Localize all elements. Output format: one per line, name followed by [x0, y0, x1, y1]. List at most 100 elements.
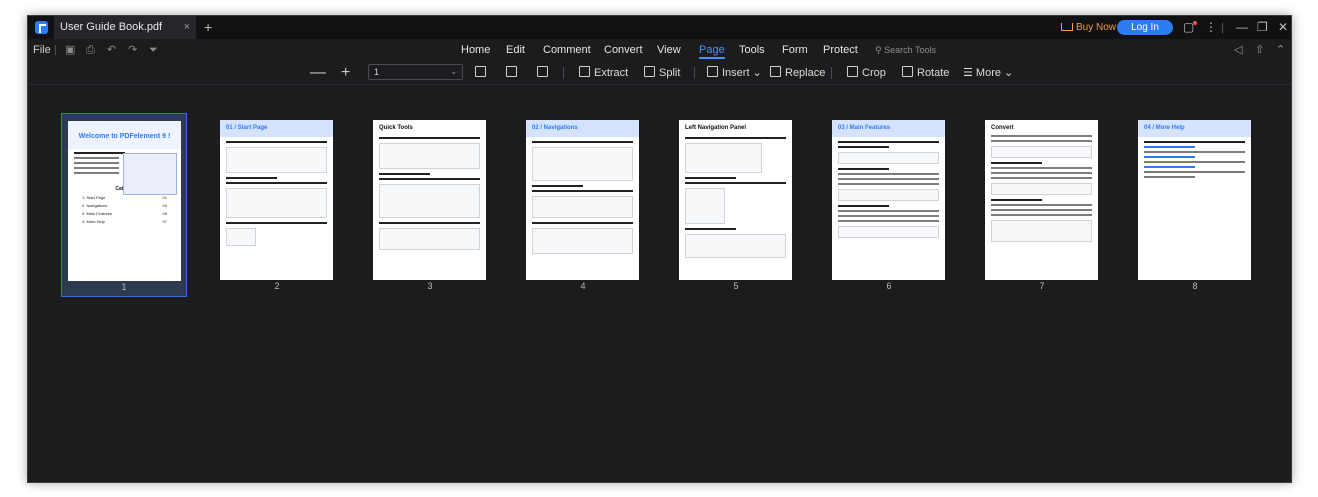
catalog-item-label: 1. Start Page [82, 195, 106, 200]
toolbar-divider [694, 67, 695, 79]
text-line [991, 172, 1092, 174]
menu-convert[interactable]: Convert [604, 39, 643, 61]
menu-form[interactable]: Form [782, 39, 808, 61]
catalog-item: 2. Navigations 03 [82, 203, 167, 208]
page-thumbnail[interactable]: Convert 7 [979, 113, 1105, 297]
close-tab-icon[interactable]: × [184, 16, 190, 39]
text-line [226, 222, 327, 224]
search-tools-label: Search Tools [884, 45, 936, 55]
text-line [838, 173, 939, 175]
rotate-button[interactable]: Rotate [902, 61, 949, 85]
menu-page[interactable]: Page [699, 39, 725, 61]
catalog-item: 1. Start Page 01 [82, 195, 167, 200]
page-after-icon [506, 66, 517, 77]
screenshot-block [226, 228, 256, 246]
text-line [74, 172, 120, 174]
more-options-icon[interactable]: ⋮ [1205, 16, 1217, 39]
text-line [991, 140, 1092, 142]
screenshot-block [991, 183, 1092, 195]
page-title: Welcome to PDFelement 9 ! [68, 121, 181, 149]
text-line [685, 182, 786, 184]
text-line [991, 199, 1042, 201]
text-line [74, 157, 120, 159]
page-thumbnail[interactable]: 01 / Start Page 2 [214, 113, 340, 297]
menu-tools[interactable]: Tools [739, 39, 765, 61]
page-thumbnail[interactable]: 03 / Main Features 6 [826, 113, 952, 297]
split-button[interactable]: Split [644, 61, 680, 85]
screenshot-block [838, 226, 939, 238]
insert-page-after-button[interactable] [506, 61, 521, 85]
text-line [74, 162, 120, 164]
text-line [532, 222, 633, 224]
more-button[interactable]: ☰ More ⌄ [963, 61, 1013, 85]
catalog-item-label: 4. More Help [82, 219, 105, 224]
text-line [685, 228, 736, 230]
diagram-block [991, 220, 1092, 242]
text-line [991, 177, 1092, 179]
page-title: 02 / Navigations [532, 125, 578, 131]
replace-button[interactable]: Replace [770, 61, 825, 85]
page-title: Convert [991, 125, 1014, 131]
pdfelement-logo-icon [35, 21, 48, 34]
menu-edit[interactable]: Edit [506, 39, 525, 61]
text-line [226, 177, 277, 179]
text-line [379, 173, 430, 175]
extract-label: Extract [594, 67, 629, 79]
delete-page-button[interactable] [537, 61, 552, 85]
page-number: 6 [886, 281, 892, 291]
screenshot-block [532, 147, 633, 181]
text-line [991, 204, 1092, 206]
crop-button[interactable]: Crop [847, 61, 886, 85]
send-icon[interactable]: ◁ [1234, 39, 1242, 61]
page-thumbnail[interactable]: Quick Tools 3 [367, 113, 493, 297]
page-header: Quick Tools [373, 120, 486, 134]
insert-button[interactable]: Insert ⌄ [707, 61, 762, 85]
zoom-in-button[interactable]: + [341, 61, 350, 84]
notification-icon[interactable]: ▢ [1183, 16, 1194, 39]
page-thumbnail[interactable]: Welcome to PDFelement 9 ! Catalog 1. Sta… [61, 113, 187, 297]
text-line [838, 141, 939, 143]
log-in-button[interactable]: Log In [1117, 20, 1173, 35]
upload-cloud-icon[interactable]: ⇧ [1255, 39, 1264, 61]
split-label: Split [659, 67, 681, 79]
page-number-input[interactable]: 1 ⌄ [368, 64, 463, 80]
link-line [1144, 156, 1195, 158]
menu-comment[interactable]: Comment [543, 39, 591, 61]
zoom-out-button[interactable]: — [310, 61, 326, 84]
menu-protect[interactable]: Protect [823, 39, 858, 61]
text-line [838, 178, 939, 180]
menu-bar: File | ▣ ⎙ ↶ ↷ ⏷ Home Edit Comment Conve… [28, 39, 1291, 61]
search-icon: ⚲ [875, 45, 885, 55]
extract-button[interactable]: Extract [579, 61, 628, 85]
crop-label: Crop [862, 67, 886, 79]
text-line [379, 178, 480, 180]
restore-button[interactable]: ❐ [1257, 16, 1268, 39]
page-thumbnail[interactable]: Left Navigation Panel 5 [673, 113, 799, 297]
page-thumbnail[interactable]: 02 / Navigations 4 [520, 113, 646, 297]
page-number: 8 [1192, 281, 1198, 291]
minimize-button[interactable]: — [1236, 16, 1248, 39]
cart-icon [1061, 23, 1073, 31]
insert-blank-page-button[interactable] [475, 61, 490, 85]
page-thumbnail[interactable]: 04 / More Help 8 [1132, 113, 1258, 297]
rotate-label: Rotate [917, 67, 950, 79]
page-title: Left Navigation Panel [685, 125, 747, 131]
document-tab[interactable]: User Guide Book.pdf × [54, 16, 196, 39]
page-number: 4 [580, 281, 586, 291]
menu-home[interactable]: Home [461, 39, 490, 61]
page-title: 01 / Start Page [226, 125, 268, 131]
search-tools[interactable]: ⚲ Search Tools [875, 39, 936, 61]
catalog-item-page: 05 [162, 211, 167, 216]
new-tab-button[interactable]: + [204, 16, 212, 38]
text-line [1144, 151, 1245, 153]
replace-icon [770, 66, 781, 77]
close-window-button[interactable]: ✕ [1278, 16, 1288, 39]
collapse-ribbon-icon[interactable]: ⌃ [1276, 39, 1285, 61]
text-line [838, 220, 939, 222]
buy-now-button[interactable]: Buy Now [1061, 16, 1116, 39]
page-before-icon [475, 66, 486, 77]
screenshot-block [226, 188, 327, 218]
notification-badge [1193, 21, 1197, 25]
menu-view[interactable]: View [657, 39, 681, 61]
text-line [379, 137, 480, 139]
